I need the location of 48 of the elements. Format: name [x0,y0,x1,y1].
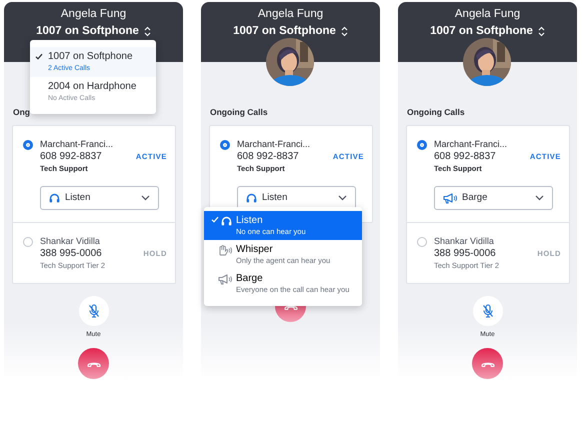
section-title: Ong [12,106,31,119]
mic-off-icon [88,304,100,318]
caller-name: Shankar Vidilla [40,235,101,247]
phone-number: 388 995-0006 [434,247,496,260]
check-icon [211,216,219,223]
mute-button[interactable] [472,296,502,326]
check-icon [35,53,43,60]
headset-icon [221,216,232,226]
user-name: Angela Fung [454,7,520,21]
phone-number: 608 992-8837 [40,150,102,163]
phone-number: 608 992-8837 [237,150,299,163]
radio-button[interactable] [417,140,427,150]
phone-hangup-icon [480,360,494,367]
chevron-updown-icon [340,26,348,36]
caller-name: Marchant-Franci... [237,138,312,150]
user-name: Angela Fung [258,7,324,21]
caret-icon [141,195,150,201]
phone-hangup-icon [86,360,100,367]
caller-name: Marchant-Franci... [40,138,114,150]
megaphone-icon [218,274,232,285]
section-title: Ongoing Calls [406,106,466,119]
device-selector[interactable]: 1007 on Softphone [233,24,348,38]
radio-button[interactable] [220,140,230,150]
mic-off-icon [482,304,494,318]
headset-icon [49,193,60,203]
hand-icon [218,245,232,256]
hang-up-button[interactable] [78,348,109,379]
radio-button[interactable] [23,237,33,247]
caret-icon [338,195,347,201]
mode-dropdown[interactable]: Barge [434,186,553,210]
hang-up-button[interactable] [472,348,503,379]
chevron-updown-icon [144,26,151,36]
device-selector[interactable]: 1007 on Softphone [36,24,151,38]
phone-number: 388 995-0006 [40,247,102,260]
headset-icon [246,193,257,203]
chevron-updown-icon [538,26,545,36]
mute-button[interactable] [78,296,108,326]
radio-button[interactable] [23,140,33,150]
phone-number: 608 992-8837 [434,150,496,163]
caller-name: Marchant-Franci... [434,138,508,150]
megaphone-icon [443,192,457,204]
device-selector[interactable]: 1007 on Softphone [430,24,545,38]
caret-icon [535,195,544,201]
caller-name: Shankar Vidilla [434,235,495,247]
mode-dropdown[interactable]: Listen [40,186,159,210]
user-name: Angela Fung [60,7,126,21]
section-title: Ongoing Calls [209,106,269,119]
radio-button[interactable] [417,237,427,247]
